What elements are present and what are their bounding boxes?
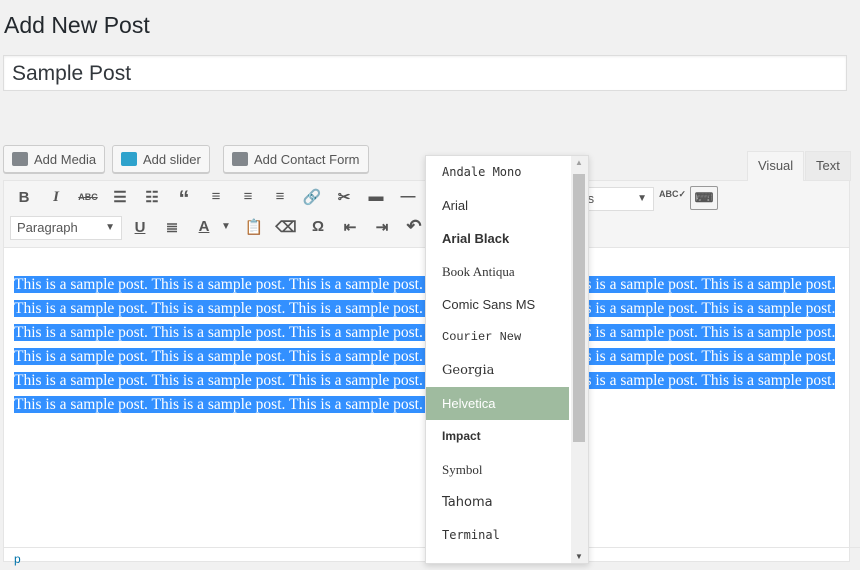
label: Add slider bbox=[143, 151, 201, 167]
format-label: Paragraph bbox=[17, 220, 78, 235]
label: Add Media bbox=[34, 151, 97, 167]
read-more-icon[interactable]: ▬ bbox=[364, 188, 388, 205]
align-right-icon[interactable]: ≡ bbox=[268, 188, 292, 205]
font-family-dropdown[interactable]: Andale Mono Arial Arial Black Book Antiq… bbox=[425, 155, 589, 564]
spellcheck-icon[interactable]: ABC✓ bbox=[659, 189, 686, 200]
align-left-icon[interactable]: ≡ bbox=[204, 188, 228, 205]
scroll-up-icon[interactable]: ▲ bbox=[575, 158, 583, 167]
text-color-icon[interactable]: A bbox=[192, 218, 216, 235]
outdent-icon[interactable]: ⇤ bbox=[338, 218, 362, 236]
form-icon bbox=[232, 152, 248, 166]
font-option[interactable]: Symbol bbox=[426, 453, 554, 486]
chevron-down-icon: ▼ bbox=[105, 222, 115, 233]
indent-icon[interactable]: ⇥ bbox=[370, 218, 394, 236]
slider-icon bbox=[121, 152, 137, 166]
special-character-icon[interactable]: Ω bbox=[306, 218, 330, 235]
blockquote-icon[interactable]: “ bbox=[172, 186, 196, 212]
font-option[interactable]: Tahoma bbox=[426, 486, 554, 519]
tab-text[interactable]: Text bbox=[805, 151, 851, 181]
chevron-down-icon: ▼ bbox=[637, 193, 647, 204]
italic-icon[interactable]: I bbox=[44, 189, 68, 206]
dropdown-scrollbar[interactable]: ▲ ▼ bbox=[571, 156, 588, 563]
media-icon bbox=[12, 152, 28, 166]
clear-formatting-icon[interactable]: ⌫ bbox=[274, 218, 298, 236]
font-option[interactable]: Comic Sans MS bbox=[426, 288, 554, 321]
align-center-icon[interactable]: ≡ bbox=[236, 188, 260, 205]
add-slider-button[interactable]: Add slider bbox=[112, 145, 210, 173]
undo-icon[interactable]: ↶ bbox=[402, 216, 426, 237]
post-title-input[interactable]: Sample Post bbox=[3, 55, 847, 91]
unlink-icon[interactable]: ✂ bbox=[332, 188, 356, 206]
paste-text-icon[interactable]: 📋 bbox=[242, 218, 266, 236]
font-option[interactable]: Arial Black bbox=[426, 222, 554, 255]
justify-icon[interactable]: ≣ bbox=[160, 218, 184, 236]
add-media-button[interactable]: Add Media bbox=[3, 145, 106, 173]
numbered-list-icon[interactable]: ☷ bbox=[140, 188, 164, 206]
font-option[interactable]: Terminal bbox=[426, 519, 554, 552]
link-icon[interactable]: 🔗 bbox=[300, 188, 324, 206]
scroll-down-icon[interactable]: ▼ bbox=[575, 552, 583, 561]
font-option[interactable]: Georgia bbox=[426, 354, 554, 387]
underline-icon[interactable]: U bbox=[128, 219, 152, 236]
horizontal-line-icon[interactable]: — bbox=[396, 188, 420, 205]
page-title: Add New Post bbox=[4, 12, 150, 38]
font-option[interactable]: Arial bbox=[426, 189, 554, 222]
font-option-selected[interactable]: Helvetica bbox=[426, 387, 569, 420]
keyboard-toggle-icon[interactable]: ⌨ bbox=[690, 186, 718, 210]
font-option[interactable]: Courier New bbox=[426, 321, 554, 354]
bold-icon[interactable]: B bbox=[12, 189, 36, 206]
label: Add Contact Form bbox=[254, 151, 360, 167]
scrollbar-thumb[interactable] bbox=[573, 174, 585, 442]
font-option[interactable]: Impact bbox=[426, 420, 554, 453]
format-select[interactable]: Paragraph ▼ bbox=[10, 216, 122, 240]
tab-visual[interactable]: Visual bbox=[747, 151, 805, 181]
add-contact-form-button[interactable]: Add Contact Form bbox=[223, 145, 369, 173]
bullet-list-icon[interactable]: ☰ bbox=[108, 188, 132, 206]
font-option[interactable]: Andale Mono bbox=[426, 156, 554, 189]
strikethrough-icon[interactable]: ABC bbox=[76, 192, 100, 202]
font-option[interactable]: Book Antiqua bbox=[426, 255, 554, 288]
chevron-down-icon[interactable]: ▼ bbox=[214, 221, 238, 232]
